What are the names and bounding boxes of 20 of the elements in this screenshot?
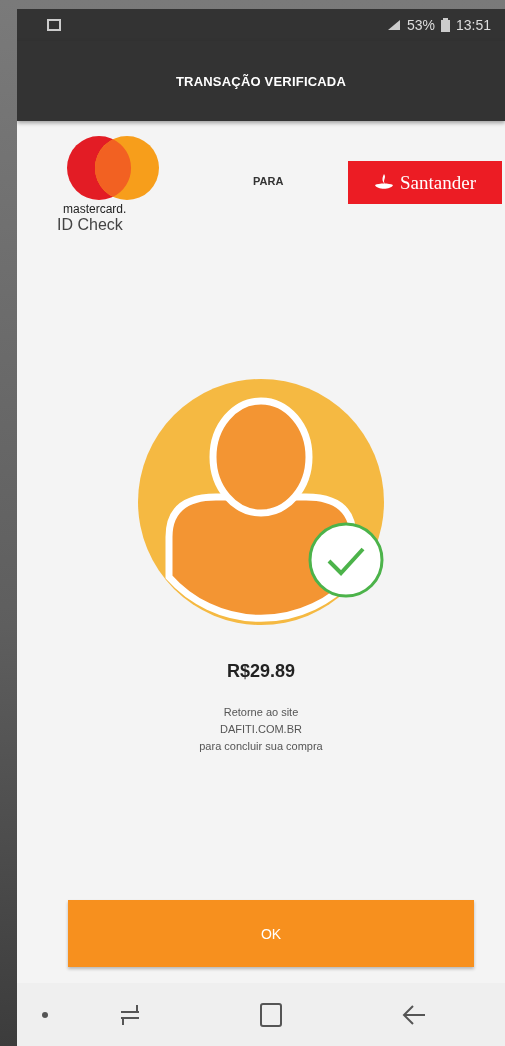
signal-icon	[386, 19, 401, 31]
message-text: para concluir sua compra	[199, 739, 323, 754]
brand-wordmark: mastercard.	[63, 203, 127, 217]
brand-subtitle: ID Check	[57, 216, 123, 234]
home-button-icon[interactable]	[259, 1001, 283, 1028]
battery-percentage: 53%	[406, 17, 435, 33]
screen-title: TRANSAÇÃO VERIFICADA	[175, 73, 347, 89]
message-text: Retorne ao site	[223, 705, 299, 720]
battery-icon	[440, 18, 450, 32]
message-text: DAFITI.COM.BR	[220, 722, 302, 737]
person-avatar-icon	[136, 377, 386, 627]
ok-button[interactable]: OK	[68, 900, 474, 967]
amount-text: R$29.89	[226, 661, 296, 682]
dot-icon[interactable]	[41, 1010, 49, 1019]
bank-logo: Santander	[348, 161, 502, 204]
recent-apps-icon[interactable]	[119, 1002, 141, 1027]
connector-label: PARA	[253, 175, 284, 187]
back-arrow-icon[interactable]	[401, 1002, 427, 1027]
notification-icon	[47, 19, 61, 31]
clock-time: 13:51	[455, 17, 491, 33]
